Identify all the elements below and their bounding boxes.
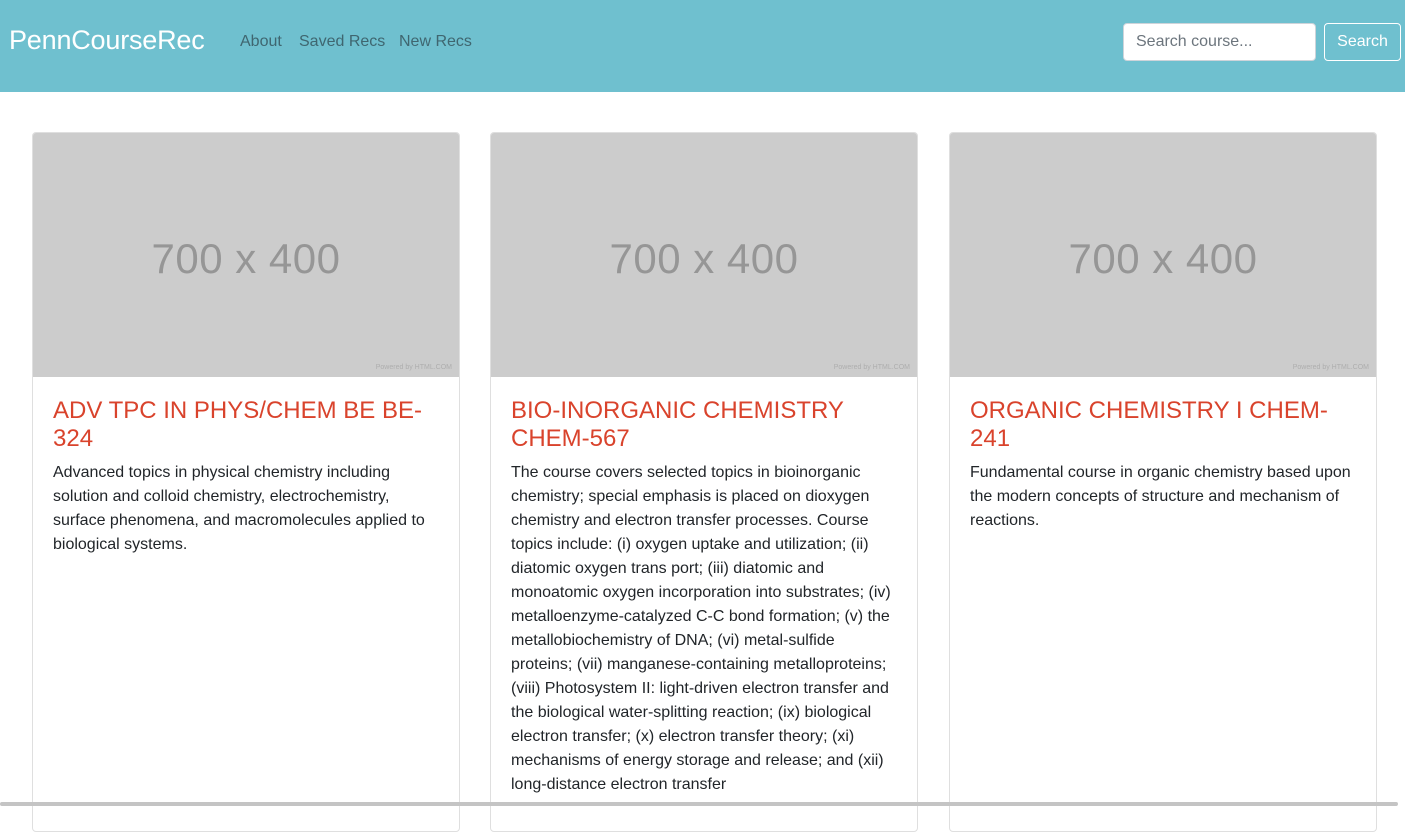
course-title[interactable]: ADV TPC IN PHYS/CHEM BE BE-324 (53, 397, 439, 453)
course-description: Fundamental course in organic chemistry … (970, 464, 1351, 529)
course-image-placeholder: 700 x 400 Powered by HTML.COM (491, 133, 917, 377)
search-button[interactable]: Search (1324, 23, 1401, 61)
brand-logo[interactable]: PennCourseRec (9, 22, 205, 58)
card-body: BIO-INORGANIC CHEMISTRY CHEM-567 The cou… (491, 377, 917, 797)
course-description: The course covers selected topics in bio… (511, 464, 891, 793)
course-title[interactable]: BIO-INORGANIC CHEMISTRY CHEM-567 (511, 397, 897, 453)
placeholder-credit: Powered by HTML.COM (833, 364, 910, 371)
course-image-placeholder: 700 x 400 Powered by HTML.COM (950, 133, 1376, 377)
card-body: ORGANIC CHEMISTRY I CHEM-241 Fundamental… (950, 377, 1376, 533)
course-card: 700 x 400 Powered by HTML.COM BIO-INORGA… (490, 132, 918, 832)
horizontal-scrollbar[interactable] (0, 802, 1398, 806)
placeholder-credit: Powered by HTML.COM (375, 364, 452, 371)
card-body: ADV TPC IN PHYS/CHEM BE BE-324 Advanced … (33, 377, 459, 557)
course-description: Advanced topics in physical chemistry in… (53, 464, 425, 553)
placeholder-size-label: 700 x 400 (151, 235, 341, 282)
nav-link-new-recs[interactable]: New Recs (399, 31, 472, 53)
course-image-placeholder: 700 x 400 Powered by HTML.COM (33, 133, 459, 377)
course-card: 700 x 400 Powered by HTML.COM ORGANIC CH… (949, 132, 1377, 832)
placeholder-size-label: 700 x 400 (609, 235, 799, 282)
placeholder-size-label: 700 x 400 (1068, 235, 1258, 282)
top-navbar: PennCourseRec About Saved Recs New Recs … (0, 0, 1405, 92)
search-input[interactable] (1123, 23, 1316, 61)
nav-link-saved-recs[interactable]: Saved Recs (299, 31, 385, 53)
placeholder-credit: Powered by HTML.COM (1292, 364, 1369, 371)
nav-link-about[interactable]: About (240, 31, 282, 53)
course-title[interactable]: ORGANIC CHEMISTRY I CHEM-241 (970, 397, 1356, 453)
course-card: 700 x 400 Powered by HTML.COM ADV TPC IN… (32, 132, 460, 832)
